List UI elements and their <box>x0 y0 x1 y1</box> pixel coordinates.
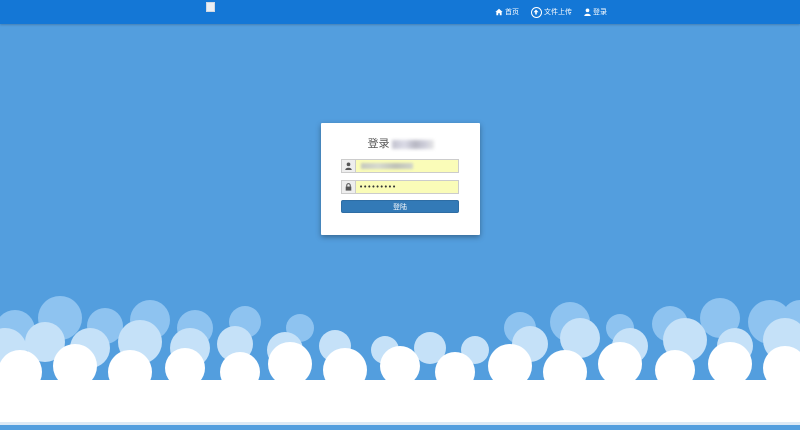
nav-upload[interactable]: 文件上传 <box>531 6 572 18</box>
user-icon <box>584 8 591 16</box>
nav-home-label: 首页 <box>505 8 519 16</box>
password-input[interactable] <box>355 180 459 194</box>
home-icon <box>495 8 503 16</box>
top-navbar: 首页 文件上传 登录 <box>0 0 800 24</box>
redacted-username <box>361 163 413 169</box>
login-button[interactable]: 登陆 <box>341 200 459 213</box>
broken-image-icon[interactable] <box>206 2 215 12</box>
nav-login[interactable]: 登录 <box>584 7 607 17</box>
login-panel: 登录 <box>321 123 480 235</box>
user-icon <box>341 159 355 173</box>
lock-icon <box>341 180 355 194</box>
login-title: 登录 <box>367 137 390 150</box>
nav-menu: 首页 文件上传 登录 <box>495 0 619 24</box>
panel-title: 登录 <box>321 135 480 151</box>
redacted-site-name <box>391 139 434 149</box>
password-field <box>341 180 459 194</box>
nav-upload-label: 文件上传 <box>544 8 572 16</box>
nav-login-label: 登录 <box>593 8 607 16</box>
upload-icon <box>531 6 542 18</box>
nav-home[interactable]: 首页 <box>495 7 519 17</box>
